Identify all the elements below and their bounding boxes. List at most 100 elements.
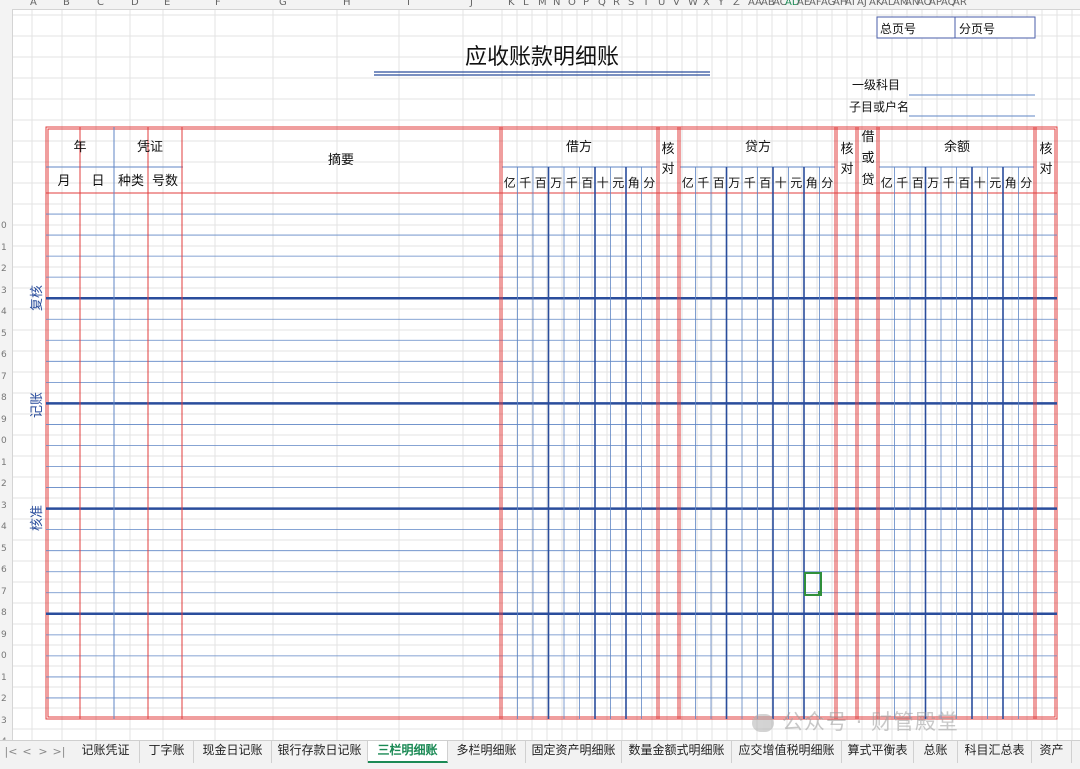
column-header-i[interactable]: I <box>407 0 410 8</box>
sheet-nav-button[interactable]: |< <box>4 741 18 767</box>
sheet-tab[interactable]: 记账凭证 <box>72 741 140 763</box>
page-total-label: 总页号 <box>880 22 916 36</box>
balance-header: 余额 <box>944 139 970 155</box>
sheet-nav-button[interactable]: >| <box>52 741 66 767</box>
sheet-nav-button[interactable]: < <box>20 741 34 767</box>
credit-header: 贷方 <box>745 139 771 155</box>
row-header[interactable]: 2 <box>1 479 7 489</box>
column-header-h[interactable]: H <box>343 0 351 8</box>
row-header[interactable]: 0 <box>1 436 7 446</box>
voucher-no-header: 号数 <box>152 174 178 189</box>
sheet-tab[interactable]: 现金日记账 <box>194 741 272 763</box>
month-header: 月 <box>57 174 70 189</box>
column-header-aj[interactable]: AJ <box>857 0 867 8</box>
row-header[interactable]: 8 <box>1 608 7 618</box>
row-header[interactable]: 4 <box>1 307 7 317</box>
row-header[interactable]: 0 <box>1 221 7 231</box>
row-header[interactable]: 5 <box>1 544 7 554</box>
column-header-u[interactable]: U <box>658 0 665 8</box>
sheet-tab[interactable]: 三栏明细账 <box>368 741 448 763</box>
column-header-p[interactable]: P <box>583 0 589 8</box>
row-header[interactable]: 4 <box>1 522 7 532</box>
credit-unit-label: 万 <box>728 176 740 190</box>
voucher-header: 凭证 <box>137 140 163 155</box>
sheet-tab[interactable]: 银行存款日记账 <box>272 741 368 763</box>
row-header[interactable]: 1 <box>1 673 7 683</box>
sheet-tab[interactable]: 丁字账 <box>140 741 194 763</box>
column-header-aa[interactable]: AA <box>748 0 762 8</box>
row-header[interactable]: 0 <box>1 651 7 661</box>
worksheet[interactable]: 总页号 分页号 应收账款明细账 一级科目 子目或户名亿千百万千百十元角分亿千百万千百十元… <box>13 10 1080 740</box>
sheet-tab[interactable]: 应交增值税明细账 <box>732 741 842 763</box>
row-header[interactable]: 5 <box>1 329 7 339</box>
sheet-tab[interactable]: 总账 <box>914 741 958 763</box>
column-header-n[interactable]: N <box>553 0 560 8</box>
debit-unit-label: 万 <box>550 176 562 190</box>
column-header-q[interactable]: Q <box>598 0 606 8</box>
row-header[interactable]: 6 <box>1 565 7 575</box>
page-title: 应收账款明细账 <box>465 45 619 70</box>
column-header-y[interactable]: Y <box>718 0 724 8</box>
row-header[interactable]: 2 <box>1 264 7 274</box>
column-header-e[interactable]: E <box>164 0 170 8</box>
sheet-tab[interactable]: 科目汇总表 <box>958 741 1032 763</box>
row-header[interactable]: 3 <box>1 501 7 511</box>
column-header-d[interactable]: D <box>131 0 139 8</box>
column-header-f[interactable]: F <box>215 0 221 8</box>
column-header-v[interactable]: V <box>673 0 680 8</box>
column-header-ar[interactable]: AR <box>953 0 967 8</box>
column-header-z[interactable]: Z <box>733 0 740 8</box>
fill-handle[interactable] <box>818 591 822 595</box>
column-header-ai[interactable]: AI <box>845 0 855 8</box>
column-header-l[interactable]: L <box>523 0 529 8</box>
column-header-b[interactable]: B <box>63 0 70 8</box>
dr-or-cr-header: 或 <box>861 151 874 166</box>
column-header-c[interactable]: C <box>97 0 104 8</box>
column-header-x[interactable]: X <box>703 0 710 8</box>
column-header-a[interactable]: A <box>30 0 37 8</box>
column-header-bar: A B C D E F G H I J K L M N O P Q R S T U V W X Y Z AA AB AC AD AE AF AG… <box>0 0 1080 10</box>
summary-header: 摘要 <box>328 152 354 168</box>
balance-unit-label: 亿 <box>881 175 893 190</box>
credit-unit-label: 元 <box>790 176 802 190</box>
sheet-tab[interactable]: 数量金额式明细账 <box>622 741 732 763</box>
column-header-g[interactable]: G <box>279 0 287 8</box>
sheet-tab[interactable]: 资产 <box>1032 741 1072 763</box>
dr-or-cr-header: 贷 <box>861 173 874 188</box>
sheet-tab[interactable]: 算式平衡表 <box>842 741 914 763</box>
row-header[interactable]: 6 <box>1 350 7 360</box>
check-header: 对 <box>840 162 853 177</box>
column-header-r[interactable]: R <box>613 0 620 8</box>
balance-unit-label: 分 <box>1020 176 1032 190</box>
row-header[interactable]: 7 <box>1 372 7 382</box>
debit-unit-label: 千 <box>519 176 531 190</box>
row-header[interactable]: 2 <box>1 694 7 704</box>
check-header: 核 <box>1039 142 1052 157</box>
column-header-m[interactable]: M <box>538 0 547 8</box>
row-header[interactable]: 1 <box>1 458 7 468</box>
row-header[interactable]: 8 <box>1 393 7 403</box>
watermark: 公众号 · 财管殿堂 <box>752 706 959 736</box>
row-header[interactable]: 9 <box>1 415 7 425</box>
column-header-k[interactable]: K <box>508 0 515 8</box>
credit-unit-label: 亿 <box>682 175 694 190</box>
row-header[interactable]: 7 <box>1 587 7 597</box>
column-header-w[interactable]: W <box>688 0 698 8</box>
column-header-ap[interactable]: AP <box>929 0 942 8</box>
sheet-tab[interactable]: 固定资产明细账 <box>526 741 622 763</box>
sheet-nav-button[interactable]: > <box>36 741 50 767</box>
debit-unit-label: 千 <box>566 176 578 190</box>
column-header-t[interactable]: T <box>643 0 649 8</box>
row-header[interactable]: 9 <box>1 630 7 640</box>
column-header-af[interactable]: AF <box>809 0 822 8</box>
row-header[interactable]: 3 <box>1 286 7 296</box>
column-header-al[interactable]: AL <box>881 0 893 8</box>
row-header[interactable]: 1 <box>1 243 7 253</box>
check-header: 核 <box>661 142 674 157</box>
sheet-tab[interactable]: 多栏明细账 <box>448 741 526 763</box>
column-header-s[interactable]: S <box>628 0 634 8</box>
column-header-j[interactable]: J <box>470 0 473 8</box>
column-header-o[interactable]: O <box>568 0 576 8</box>
row-header[interactable]: 3 <box>1 716 7 726</box>
sheet-tab-bar: |< < > >| 记账凭证 丁字账 现金日记账 银行存款日记账 三栏明细账 多栏明细账 固定资产明… <box>0 740 1080 769</box>
